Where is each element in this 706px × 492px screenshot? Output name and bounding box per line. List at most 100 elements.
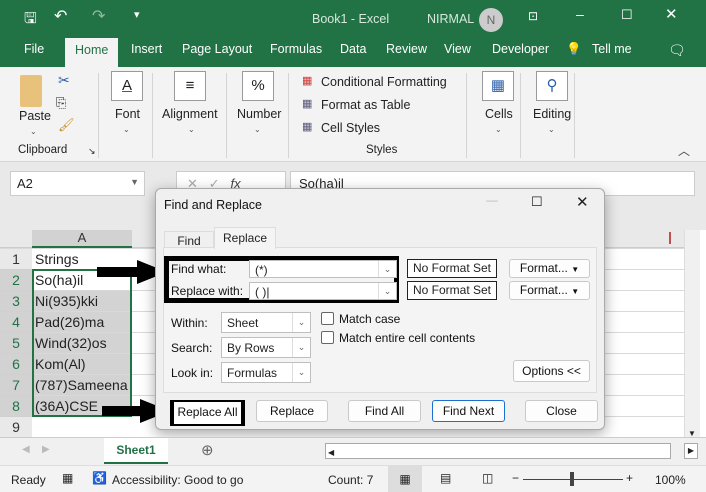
- redo-icon[interactable]: ↷: [92, 6, 105, 26]
- minimize-icon[interactable]: –: [576, 6, 584, 22]
- add-sheet-icon[interactable]: ⊕: [201, 441, 214, 459]
- tab-developer[interactable]: Developer: [492, 42, 549, 56]
- chevron-down-icon[interactable]: ▼: [130, 177, 139, 187]
- macro-icon[interactable]: ▦: [62, 471, 73, 485]
- accessibility-icon[interactable]: ♿: [92, 471, 107, 485]
- tell-me[interactable]: Tell me: [592, 42, 632, 56]
- tab-data[interactable]: Data: [340, 42, 366, 56]
- find-all-button[interactable]: Find All: [348, 400, 421, 422]
- replace-all-button[interactable]: Replace All: [174, 402, 241, 424]
- match-entire-checkbox[interactable]: [321, 331, 334, 344]
- replace-with-label: Replace with:: [171, 284, 244, 298]
- row-header[interactable]: 9: [0, 417, 32, 438]
- paste-button[interactable]: Paste: [19, 109, 51, 123]
- maximize-icon[interactable]: ☐: [531, 194, 543, 210]
- minimize-icon: —: [486, 193, 498, 207]
- column-header-a[interactable]: A: [32, 230, 132, 248]
- cut-icon[interactable]: ✂: [58, 72, 70, 89]
- comments-icon[interactable]: 🗨: [668, 42, 686, 59]
- tab-file[interactable]: File: [24, 42, 44, 56]
- close-icon[interactable]: ✕: [576, 193, 589, 211]
- tab-home[interactable]: Home: [65, 38, 119, 67]
- replace-with-input[interactable]: ( )| ⌄: [249, 282, 397, 300]
- column-marker: [669, 232, 671, 244]
- cells-icon[interactable]: ▦: [482, 71, 514, 101]
- format-painter-icon[interactable]: 🖌: [58, 117, 75, 133]
- tab-find[interactable]: Find: [164, 231, 214, 248]
- close-window-icon[interactable]: ✕: [665, 5, 678, 23]
- undo-icon[interactable]: ↶: [54, 6, 67, 26]
- close-button[interactable]: Close: [525, 400, 598, 422]
- row-header[interactable]: 4: [0, 312, 32, 333]
- tab-insert[interactable]: Insert: [131, 42, 162, 56]
- copy-icon[interactable]: ⎘: [56, 95, 66, 111]
- tab-replace[interactable]: Replace: [214, 227, 276, 249]
- look-in-select[interactable]: Formulas ⌄: [221, 362, 311, 383]
- row-header[interactable]: 6: [0, 354, 32, 375]
- replace-format-preview: No Format Set: [407, 281, 497, 300]
- format-as-table-button[interactable]: Format as Table: [321, 98, 410, 112]
- replace-format-button[interactable]: Format... ▼: [509, 281, 590, 300]
- selection-border: [32, 269, 132, 417]
- horizontal-scrollbar[interactable]: ◀: [325, 443, 671, 459]
- tab-page-layout[interactable]: Page Layout: [182, 42, 252, 56]
- chevron-down-icon[interactable]: ⌄: [378, 261, 396, 277]
- row-header[interactable]: 2: [0, 270, 32, 291]
- find-next-button[interactable]: Find Next: [432, 400, 505, 422]
- row-header[interactable]: 7: [0, 375, 32, 396]
- conditional-formatting-button[interactable]: Conditional Formatting: [321, 75, 447, 89]
- customize-qat-icon[interactable]: ▾: [134, 8, 140, 21]
- alignment-icon[interactable]: ≡: [174, 71, 206, 101]
- vertical-scrollbar[interactable]: ▼: [684, 230, 700, 440]
- normal-view-icon[interactable]: ▦: [388, 466, 422, 492]
- match-case-label: Match case: [339, 312, 401, 326]
- page-layout-icon[interactable]: ▤: [440, 471, 451, 485]
- cell-styles-button[interactable]: Cell Styles: [321, 121, 380, 135]
- row-header[interactable]: 5: [0, 333, 32, 354]
- scroll-left-icon[interactable]: ◀: [22, 444, 30, 455]
- row-header[interactable]: 1: [0, 249, 32, 270]
- zoom-in-icon[interactable]: +: [626, 471, 633, 485]
- dialog-launcher-icon[interactable]: ↘: [88, 146, 96, 157]
- find-what-input[interactable]: (*) ⌄: [249, 260, 397, 278]
- find-what-label: Find what:: [171, 262, 227, 276]
- options-button[interactable]: Options <<: [513, 360, 590, 382]
- editing-button[interactable]: Editing: [533, 107, 571, 121]
- paste-dropdown-icon[interactable]: ⌄: [30, 127, 37, 136]
- zoom-slider-thumb[interactable]: [570, 472, 574, 486]
- paste-icon[interactable]: [20, 75, 42, 107]
- tab-view[interactable]: View: [444, 42, 471, 56]
- percent-icon[interactable]: %: [242, 71, 274, 101]
- sheet-tab-sheet1[interactable]: Sheet1: [104, 438, 168, 464]
- scroll-right-icon[interactable]: ▶: [42, 444, 50, 455]
- tab-formulas[interactable]: Formulas: [270, 42, 322, 56]
- row-header[interactable]: 8: [0, 396, 32, 417]
- row-header[interactable]: 3: [0, 291, 32, 312]
- within-select[interactable]: Sheet ⌄: [221, 312, 311, 333]
- name-box[interactable]: A2 ▼: [10, 171, 145, 196]
- tab-review[interactable]: Review: [386, 42, 427, 56]
- collapse-ribbon-icon[interactable]: ︿: [678, 142, 690, 159]
- find-format-button[interactable]: Format... ▼: [509, 259, 590, 278]
- font-button[interactable]: Font: [115, 107, 140, 121]
- search-select[interactable]: By Rows ⌄: [221, 337, 311, 358]
- ribbon: Paste ⌄ ✂ ⎘ 🖌 Clipboard ↘ A Font ⌄ ≡ Ali…: [0, 67, 706, 162]
- page-break-icon[interactable]: ◫: [482, 471, 493, 485]
- zoom-out-icon[interactable]: −: [512, 471, 519, 485]
- clipboard-group-label: Clipboard: [18, 144, 68, 156]
- scroll-right-button[interactable]: ▶: [684, 443, 698, 459]
- accessibility-status[interactable]: Accessibility: Good to go: [112, 473, 243, 487]
- replace-button[interactable]: Replace: [256, 400, 328, 422]
- number-button[interactable]: Number: [237, 107, 281, 121]
- chevron-down-icon[interactable]: ⌄: [378, 283, 396, 299]
- alignment-button[interactable]: Alignment: [162, 107, 218, 121]
- maximize-icon[interactable]: ☐: [621, 7, 633, 23]
- zoom-level[interactable]: 100%: [655, 473, 686, 487]
- font-icon[interactable]: A: [111, 71, 143, 101]
- search-icon[interactable]: ⚲: [536, 71, 568, 101]
- cells-button[interactable]: Cells: [485, 107, 513, 121]
- save-icon[interactable]: 🖫: [24, 8, 37, 33]
- match-case-checkbox[interactable]: [321, 312, 334, 325]
- ribbon-display-icon[interactable]: ⊡: [528, 9, 538, 23]
- avatar[interactable]: N: [479, 8, 503, 32]
